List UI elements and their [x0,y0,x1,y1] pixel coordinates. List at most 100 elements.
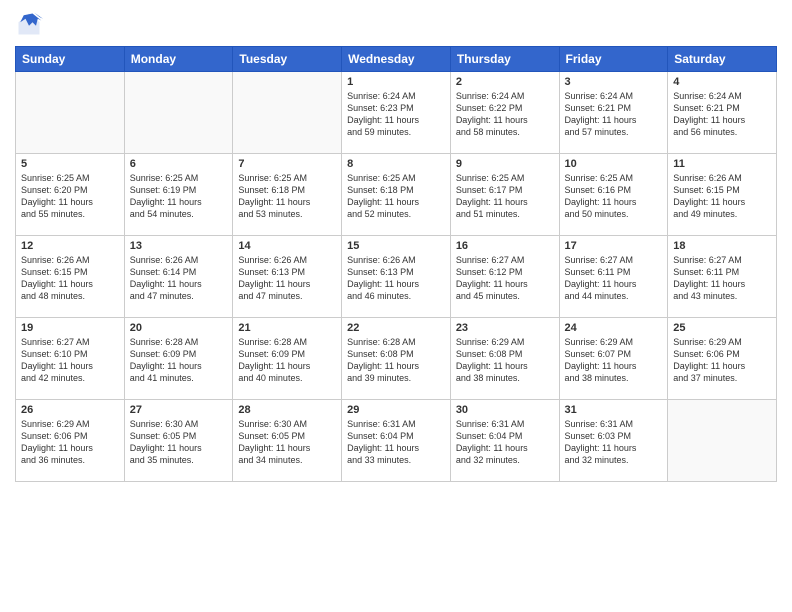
weekday-header-monday: Monday [124,47,233,72]
weekday-row: SundayMondayTuesdayWednesdayThursdayFrid… [16,47,777,72]
calendar-cell: 12 Sunrise: 6:26 AMSunset: 6:15 PMDayligh… [16,236,125,318]
day-info: Sunrise: 6:25 AMSunset: 6:19 PMDaylight:… [130,172,228,221]
calendar-cell: 6 Sunrise: 6:25 AMSunset: 6:19 PMDaylight… [124,154,233,236]
calendar-week-3: 12 Sunrise: 6:26 AMSunset: 6:15 PMDayligh… [16,236,777,318]
day-number: 7 [238,158,336,170]
calendar-cell: 1 Sunrise: 6:24 AMSunset: 6:23 PMDaylight… [342,72,451,154]
weekday-header-thursday: Thursday [450,47,559,72]
weekday-header-wednesday: Wednesday [342,47,451,72]
calendar-cell [16,72,125,154]
day-number: 1 [347,76,445,88]
day-info: Sunrise: 6:26 AMSunset: 6:15 PMDaylight:… [21,254,119,303]
day-info: Sunrise: 6:30 AMSunset: 6:05 PMDaylight:… [238,418,336,467]
day-number: 25 [673,322,771,334]
calendar-week-5: 26Sunrise: 6:29 AMSunset: 6:06 PMDayligh… [16,400,777,482]
day-number: 17 [565,240,663,252]
day-info: Sunrise: 6:27 AMSunset: 6:11 PMDaylight:… [673,254,771,303]
day-info: Sunrise: 6:27 AMSunset: 6:12 PMDaylight:… [456,254,554,303]
day-info: Sunrise: 6:29 AMSunset: 6:07 PMDaylight:… [565,336,663,385]
day-number: 13 [130,240,228,252]
day-info: Sunrise: 6:24 AMSunset: 6:23 PMDaylight:… [347,90,445,139]
day-number: 20 [130,322,228,334]
calendar-cell: 4 Sunrise: 6:24 AMSunset: 6:21 PMDaylight… [668,72,777,154]
day-number: 3 [565,76,663,88]
calendar-cell: 25 Sunrise: 6:29 AMSunset: 6:06 PMDayligh… [668,318,777,400]
day-number: 18 [673,240,771,252]
weekday-header-sunday: Sunday [16,47,125,72]
weekday-header-saturday: Saturday [668,47,777,72]
calendar-cell: 11 Sunrise: 6:26 AMSunset: 6:15 PMDayligh… [668,154,777,236]
day-info: Sunrise: 6:24 AMSunset: 6:21 PMDaylight:… [673,90,771,139]
calendar-cell [668,400,777,482]
calendar-cell: 19 Sunrise: 6:27 AMSunset: 6:10 PMDayligh… [16,318,125,400]
day-number: 15 [347,240,445,252]
day-info: Sunrise: 6:25 AMSunset: 6:18 PMDaylight:… [238,172,336,221]
calendar-week-2: 5 Sunrise: 6:25 AMSunset: 6:20 PMDaylight… [16,154,777,236]
day-number: 21 [238,322,336,334]
calendar-cell: 22 Sunrise: 6:28 AMSunset: 6:08 PMDayligh… [342,318,451,400]
calendar-cell: 18 Sunrise: 6:27 AMSunset: 6:11 PMDayligh… [668,236,777,318]
day-number: 9 [456,158,554,170]
day-info: Sunrise: 6:26 AMSunset: 6:15 PMDaylight:… [673,172,771,221]
day-info: Sunrise: 6:28 AMSunset: 6:08 PMDaylight:… [347,336,445,385]
day-number: 29 [347,404,445,416]
day-number: 23 [456,322,554,334]
calendar-cell: 17 Sunrise: 6:27 AMSunset: 6:11 PMDayligh… [559,236,668,318]
calendar-cell [124,72,233,154]
calendar-cell: 30 Sunrise: 6:31 AMSunset: 6:04 PMDayligh… [450,400,559,482]
day-number: 30 [456,404,554,416]
day-info: Sunrise: 6:25 AMSunset: 6:20 PMDaylight:… [21,172,119,221]
day-info: Sunrise: 6:31 AMSunset: 6:04 PMDaylight:… [456,418,554,467]
calendar-cell: 28 Sunrise: 6:30 AMSunset: 6:05 PMDayligh… [233,400,342,482]
day-number: 11 [673,158,771,170]
day-number: 19 [21,322,119,334]
day-info: Sunrise: 6:26 AMSunset: 6:13 PMDaylight:… [347,254,445,303]
page: SundayMondayTuesdayWednesdayThursdayFrid… [0,0,792,612]
day-info: Sunrise: 6:29 AMSunset: 6:06 PMDaylight:… [673,336,771,385]
header [15,10,777,38]
calendar-cell: 16 Sunrise: 6:27 AMSunset: 6:12 PMDayligh… [450,236,559,318]
day-number: 12 [21,240,119,252]
calendar-cell: 7 Sunrise: 6:25 AMSunset: 6:18 PMDaylight… [233,154,342,236]
calendar-cell: 24 Sunrise: 6:29 AMSunset: 6:07 PMDayligh… [559,318,668,400]
day-number: 27 [130,404,228,416]
day-info: Sunrise: 6:30 AMSunset: 6:05 PMDaylight:… [130,418,228,467]
day-info: Sunrise: 6:25 AMSunset: 6:16 PMDaylight:… [565,172,663,221]
calendar-cell: 3 Sunrise: 6:24 AMSunset: 6:21 PMDaylight… [559,72,668,154]
day-number: 14 [238,240,336,252]
calendar-cell: 23Sunrise: 6:29 AMSunset: 6:08 PMDayligh… [450,318,559,400]
day-info: Sunrise: 6:24 AMSunset: 6:21 PMDaylight:… [565,90,663,139]
calendar-cell: 10Sunrise: 6:25 AMSunset: 6:16 PMDayligh… [559,154,668,236]
day-info: Sunrise: 6:27 AMSunset: 6:10 PMDaylight:… [21,336,119,385]
day-info: Sunrise: 6:27 AMSunset: 6:11 PMDaylight:… [565,254,663,303]
calendar-cell: 20 Sunrise: 6:28 AMSunset: 6:09 PMDayligh… [124,318,233,400]
calendar-header: SundayMondayTuesdayWednesdayThursdayFrid… [16,47,777,72]
day-number: 28 [238,404,336,416]
day-info: Sunrise: 6:25 AMSunset: 6:17 PMDaylight:… [456,172,554,221]
day-info: Sunrise: 6:26 AMSunset: 6:14 PMDaylight:… [130,254,228,303]
calendar-cell: 8Sunrise: 6:25 AMSunset: 6:18 PMDaylight… [342,154,451,236]
day-number: 4 [673,76,771,88]
day-number: 24 [565,322,663,334]
day-info: Sunrise: 6:25 AMSunset: 6:18 PMDaylight:… [347,172,445,221]
calendar-table: SundayMondayTuesdayWednesdayThursdayFrid… [15,46,777,482]
day-number: 2 [456,76,554,88]
day-number: 5 [21,158,119,170]
calendar-cell: 2Sunrise: 6:24 AMSunset: 6:22 PMDaylight… [450,72,559,154]
day-number: 16 [456,240,554,252]
calendar-cell: 26Sunrise: 6:29 AMSunset: 6:06 PMDayligh… [16,400,125,482]
day-number: 6 [130,158,228,170]
calendar-cell: 29Sunrise: 6:31 AMSunset: 6:04 PMDayligh… [342,400,451,482]
calendar-cell: 31Sunrise: 6:31 AMSunset: 6:03 PMDayligh… [559,400,668,482]
day-number: 22 [347,322,445,334]
day-info: Sunrise: 6:29 AMSunset: 6:06 PMDaylight:… [21,418,119,467]
day-info: Sunrise: 6:31 AMSunset: 6:03 PMDaylight:… [565,418,663,467]
day-info: Sunrise: 6:28 AMSunset: 6:09 PMDaylight:… [238,336,336,385]
day-info: Sunrise: 6:26 AMSunset: 6:13 PMDaylight:… [238,254,336,303]
weekday-header-tuesday: Tuesday [233,47,342,72]
calendar-cell: 9 Sunrise: 6:25 AMSunset: 6:17 PMDaylight… [450,154,559,236]
logo-icon [15,10,43,38]
day-info: Sunrise: 6:28 AMSunset: 6:09 PMDaylight:… [130,336,228,385]
logo [15,10,47,38]
calendar-body: 1 Sunrise: 6:24 AMSunset: 6:23 PMDaylight… [16,72,777,482]
